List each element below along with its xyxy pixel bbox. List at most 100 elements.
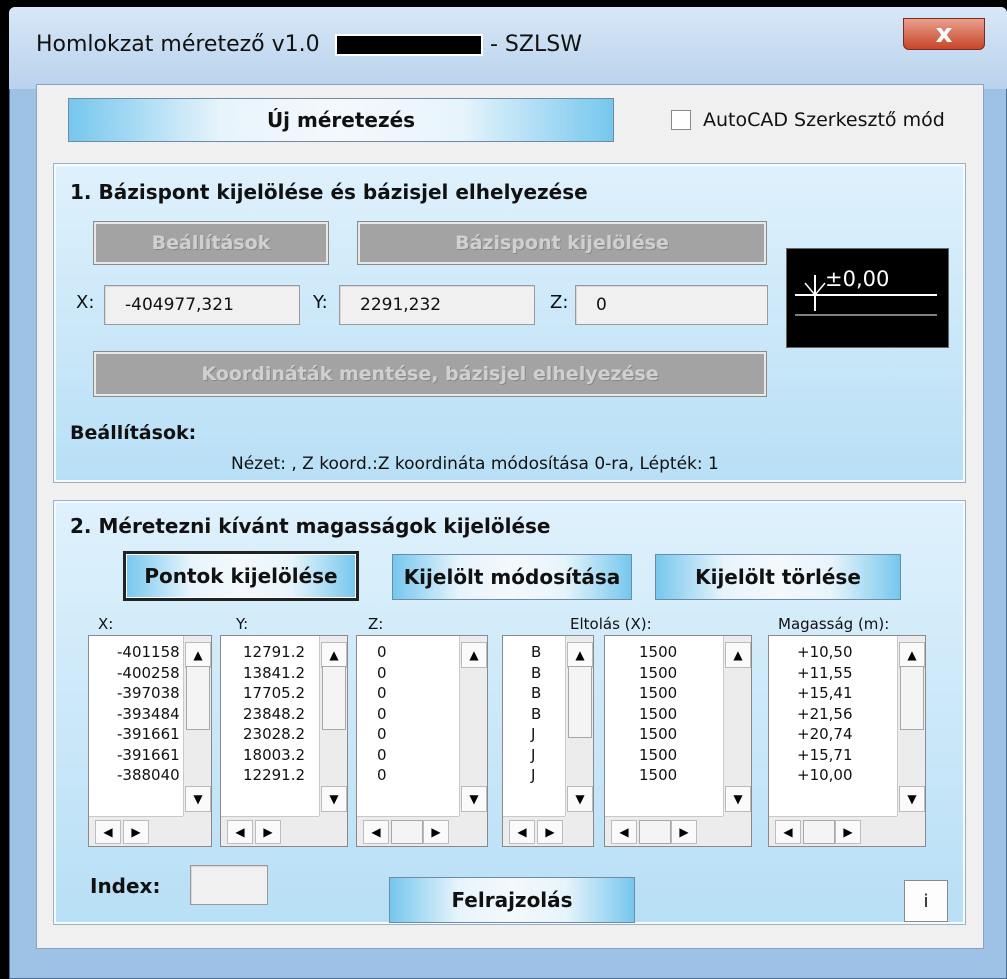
list-item[interactable]: 0 bbox=[377, 683, 387, 704]
list-item[interactable]: 18003.2 bbox=[243, 745, 305, 766]
basepoint-select-button[interactable]: Bázispont kijelölése bbox=[357, 221, 767, 265]
scroll-up-icon[interactable]: ▲ bbox=[899, 642, 925, 668]
new-dimensioning-button[interactable]: Új méretezés bbox=[68, 98, 614, 142]
horizontal-scrollbar[interactable]: ◀ ▶ bbox=[89, 816, 183, 846]
scroll-right-icon[interactable]: ▶ bbox=[123, 820, 149, 844]
list-item[interactable]: 0 bbox=[377, 765, 387, 786]
info-button[interactable]: i bbox=[904, 880, 948, 922]
list-item[interactable]: 0 bbox=[377, 745, 387, 766]
autocad-mode-checkbox[interactable] bbox=[671, 110, 691, 130]
close-button[interactable]: x bbox=[903, 18, 985, 50]
scroll-left-icon[interactable]: ◀ bbox=[363, 820, 389, 844]
list-item[interactable]: 0 bbox=[377, 663, 387, 684]
scroll-thumb[interactable] bbox=[803, 820, 835, 844]
scroll-right-icon[interactable]: ▶ bbox=[671, 820, 697, 844]
y-coordinate-field[interactable]: 2291,232 bbox=[339, 285, 535, 325]
side-list[interactable]: B B B B J J J ▲ ▼ ◀ ▶ bbox=[502, 635, 594, 847]
scroll-up-icon[interactable]: ▲ bbox=[321, 642, 347, 668]
list-item[interactable]: 1500 bbox=[639, 642, 677, 663]
scroll-thumb[interactable] bbox=[900, 666, 924, 730]
scroll-left-icon[interactable]: ◀ bbox=[611, 820, 637, 844]
scroll-right-icon[interactable]: ▶ bbox=[255, 820, 281, 844]
list-item[interactable]: -391661 bbox=[117, 724, 180, 745]
list-item[interactable]: 0 bbox=[377, 704, 387, 725]
vertical-scrollbar[interactable]: ▲ ▼ bbox=[565, 636, 593, 816]
vertical-scrollbar[interactable]: ▲ ▼ bbox=[897, 636, 925, 816]
horizontal-scrollbar[interactable]: ◀ ▶ bbox=[769, 816, 897, 846]
list-item[interactable]: 1500 bbox=[639, 704, 677, 725]
list-item[interactable]: +15,41 bbox=[797, 683, 853, 704]
scroll-down-icon[interactable]: ▼ bbox=[899, 786, 925, 812]
list-item[interactable]: 12791.2 bbox=[243, 642, 305, 663]
scroll-thumb[interactable] bbox=[391, 820, 423, 844]
list-item[interactable]: 23848.2 bbox=[243, 704, 305, 725]
list-item[interactable]: 13841.2 bbox=[243, 663, 305, 684]
list-item[interactable]: 1500 bbox=[639, 745, 677, 766]
list-item[interactable]: 1500 bbox=[639, 663, 677, 684]
scroll-left-icon[interactable]: ◀ bbox=[775, 820, 801, 844]
list-item[interactable]: -391661 bbox=[117, 745, 180, 766]
modify-selected-button[interactable]: Kijelölt módosítása bbox=[392, 554, 632, 600]
list-item[interactable]: +10,50 bbox=[797, 642, 853, 663]
offset-list[interactable]: 1500 1500 1500 1500 1500 1500 1500 ▲ ▼ ◀ ▶ bbox=[604, 635, 752, 847]
scroll-right-icon[interactable]: ▶ bbox=[423, 820, 449, 844]
vertical-scrollbar[interactable]: ▲ ▼ bbox=[183, 636, 211, 816]
list-item[interactable]: -400258 bbox=[117, 663, 180, 684]
index-field[interactable] bbox=[190, 865, 268, 905]
scroll-up-icon[interactable]: ▲ bbox=[567, 642, 593, 668]
list-item[interactable]: -388040 bbox=[117, 765, 180, 786]
horizontal-scrollbar[interactable]: ◀ ▶ bbox=[357, 816, 459, 846]
delete-selected-button[interactable]: Kijelölt törlése bbox=[655, 554, 901, 600]
horizontal-scrollbar[interactable]: ◀ ▶ bbox=[221, 816, 319, 846]
list-item[interactable]: -393484 bbox=[117, 704, 180, 725]
list-item[interactable]: 1500 bbox=[639, 683, 677, 704]
list-item[interactable]: J bbox=[531, 745, 541, 766]
list-item[interactable]: 1500 bbox=[639, 724, 677, 745]
y-list[interactable]: 12791.2 13841.2 17705.2 23848.2 23028.2 18003… bbox=[220, 635, 348, 847]
scroll-thumb[interactable] bbox=[639, 820, 671, 844]
list-item[interactable]: 0 bbox=[377, 642, 387, 663]
scroll-left-icon[interactable]: ◀ bbox=[227, 820, 253, 844]
list-item[interactable]: J bbox=[531, 765, 541, 786]
horizontal-scrollbar[interactable]: ◀ ▶ bbox=[503, 816, 565, 846]
scroll-up-icon[interactable]: ▲ bbox=[725, 642, 751, 668]
list-item[interactable]: +15,71 bbox=[797, 745, 853, 766]
scroll-left-icon[interactable]: ◀ bbox=[509, 820, 535, 844]
vertical-scrollbar[interactable]: ▲ ▼ bbox=[459, 636, 487, 816]
scroll-down-icon[interactable]: ▼ bbox=[321, 786, 347, 812]
list-item[interactable]: +10,00 bbox=[797, 765, 853, 786]
z-coordinate-field[interactable]: 0 bbox=[575, 285, 768, 325]
list-item[interactable]: -397038 bbox=[117, 683, 180, 704]
x-coordinate-field[interactable]: -404977,321 bbox=[104, 285, 300, 325]
scroll-down-icon[interactable]: ▼ bbox=[567, 786, 593, 812]
list-item[interactable]: +21,56 bbox=[797, 704, 853, 725]
list-item[interactable]: -401158 bbox=[117, 642, 180, 663]
list-item[interactable]: B bbox=[531, 663, 541, 684]
height-list[interactable]: +10,50 +11,55 +15,41 +21,56 +20,74 +15,71 +10,… bbox=[768, 635, 926, 847]
x-list[interactable]: -401158 -400258 -397038 -393484 -391661 -3916… bbox=[88, 635, 212, 847]
scroll-down-icon[interactable]: ▼ bbox=[725, 786, 751, 812]
z-list[interactable]: 0 0 0 0 0 0 0 ▲ ▼ ◀ ▶ bbox=[356, 635, 488, 847]
scroll-up-icon[interactable]: ▲ bbox=[461, 642, 487, 668]
list-item[interactable]: J bbox=[531, 724, 541, 745]
scroll-right-icon[interactable]: ▶ bbox=[537, 820, 563, 844]
list-item[interactable]: B bbox=[531, 642, 541, 663]
scroll-down-icon[interactable]: ▼ bbox=[461, 786, 487, 812]
select-points-button[interactable]: Pontok kijelölése bbox=[123, 551, 359, 601]
scroll-thumb[interactable] bbox=[322, 666, 346, 730]
scroll-thumb[interactable] bbox=[186, 666, 210, 730]
list-item[interactable]: 17705.2 bbox=[243, 683, 305, 704]
list-item[interactable]: 1500 bbox=[639, 765, 677, 786]
scroll-thumb[interactable] bbox=[568, 666, 592, 738]
list-item[interactable]: B bbox=[531, 704, 541, 725]
list-item[interactable]: +20,74 bbox=[797, 724, 853, 745]
scroll-right-icon[interactable]: ▶ bbox=[835, 820, 861, 844]
horizontal-scrollbar[interactable]: ◀ ▶ bbox=[605, 816, 723, 846]
list-item[interactable]: +11,55 bbox=[797, 663, 853, 684]
scroll-up-icon[interactable]: ▲ bbox=[185, 642, 211, 668]
save-coordinates-button[interactable]: Koordináták mentése, bázisjel elhelyezés… bbox=[93, 351, 767, 397]
vertical-scrollbar[interactable]: ▲ ▼ bbox=[319, 636, 347, 816]
list-item[interactable]: B bbox=[531, 683, 541, 704]
scroll-down-icon[interactable]: ▼ bbox=[185, 786, 211, 812]
list-item[interactable]: 23028.2 bbox=[243, 724, 305, 745]
